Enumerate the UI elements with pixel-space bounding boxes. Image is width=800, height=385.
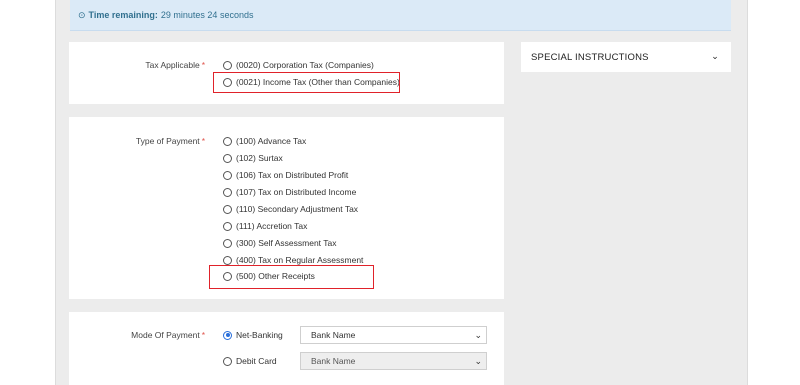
highlight-income-tax	[213, 72, 400, 93]
radio-button[interactable]	[223, 170, 232, 180]
chevron-down-icon: ⌄	[474, 330, 482, 340]
radio-tax-on-regular-assessment[interactable]: (400) Tax on Regular Assessment	[223, 255, 363, 265]
radio-surtax[interactable]: (102) Surtax	[223, 153, 283, 163]
debit-card-bank-select[interactable]: Bank Name ⌄	[300, 352, 487, 370]
time-remaining-value: 29 minutes 24 seconds	[160, 10, 254, 20]
chevron-down-icon: ⌄	[711, 51, 719, 61]
radio-button[interactable]	[223, 187, 232, 197]
mode-of-payment-label: Mode Of Payment *	[131, 330, 205, 340]
radio-button[interactable]	[223, 238, 232, 248]
mode-of-payment-panel	[69, 312, 504, 385]
chevron-down-icon: ⌄	[474, 356, 482, 366]
net-banking-bank-select[interactable]: Bank Name ⌄	[300, 326, 487, 344]
radio-advance-tax[interactable]: (100) Advance Tax	[223, 136, 306, 146]
radio-button[interactable]	[223, 204, 232, 214]
radio-tax-on-distributed-income[interactable]: (107) Tax on Distributed Income	[223, 187, 356, 197]
radio-secondary-adjustment-tax[interactable]: (110) Secondary Adjustment Tax	[223, 204, 358, 214]
radio-button[interactable]	[223, 356, 232, 366]
type-of-payment-label: Type of Payment *	[135, 136, 205, 146]
radio-button[interactable]	[223, 153, 232, 163]
special-instructions-panel[interactable]: SPECIAL INSTRUCTIONS ⌄	[521, 42, 731, 72]
radio-debit-card[interactable]: Debit Card	[223, 356, 277, 366]
radio-net-banking[interactable]: Net-Banking	[223, 330, 283, 340]
radio-self-assessment-tax[interactable]: (300) Self Assessment Tax	[223, 238, 336, 248]
time-remaining-label: Time remaining:	[88, 10, 158, 20]
highlight-other-receipts	[209, 265, 374, 289]
radio-button-selected[interactable]	[223, 330, 232, 340]
clock-icon: ⊙	[78, 9, 86, 20]
time-remaining-bar: ⊙ Time remaining: 29 minutes 24 seconds	[70, 0, 731, 31]
tax-applicable-label: Tax Applicable *	[145, 60, 205, 70]
radio-button[interactable]	[223, 255, 232, 265]
special-instructions-label: SPECIAL INSTRUCTIONS	[531, 51, 649, 63]
radio-accretion-tax[interactable]: (111) Accretion Tax	[223, 221, 307, 231]
radio-button[interactable]	[223, 136, 232, 146]
radio-corporation-tax[interactable]: (0020) Corporation Tax (Companies)	[223, 60, 374, 70]
radio-button[interactable]	[223, 60, 232, 70]
radio-tax-on-distributed-profit[interactable]: (106) Tax on Distributed Profit	[223, 170, 348, 180]
radio-button[interactable]	[223, 221, 232, 231]
